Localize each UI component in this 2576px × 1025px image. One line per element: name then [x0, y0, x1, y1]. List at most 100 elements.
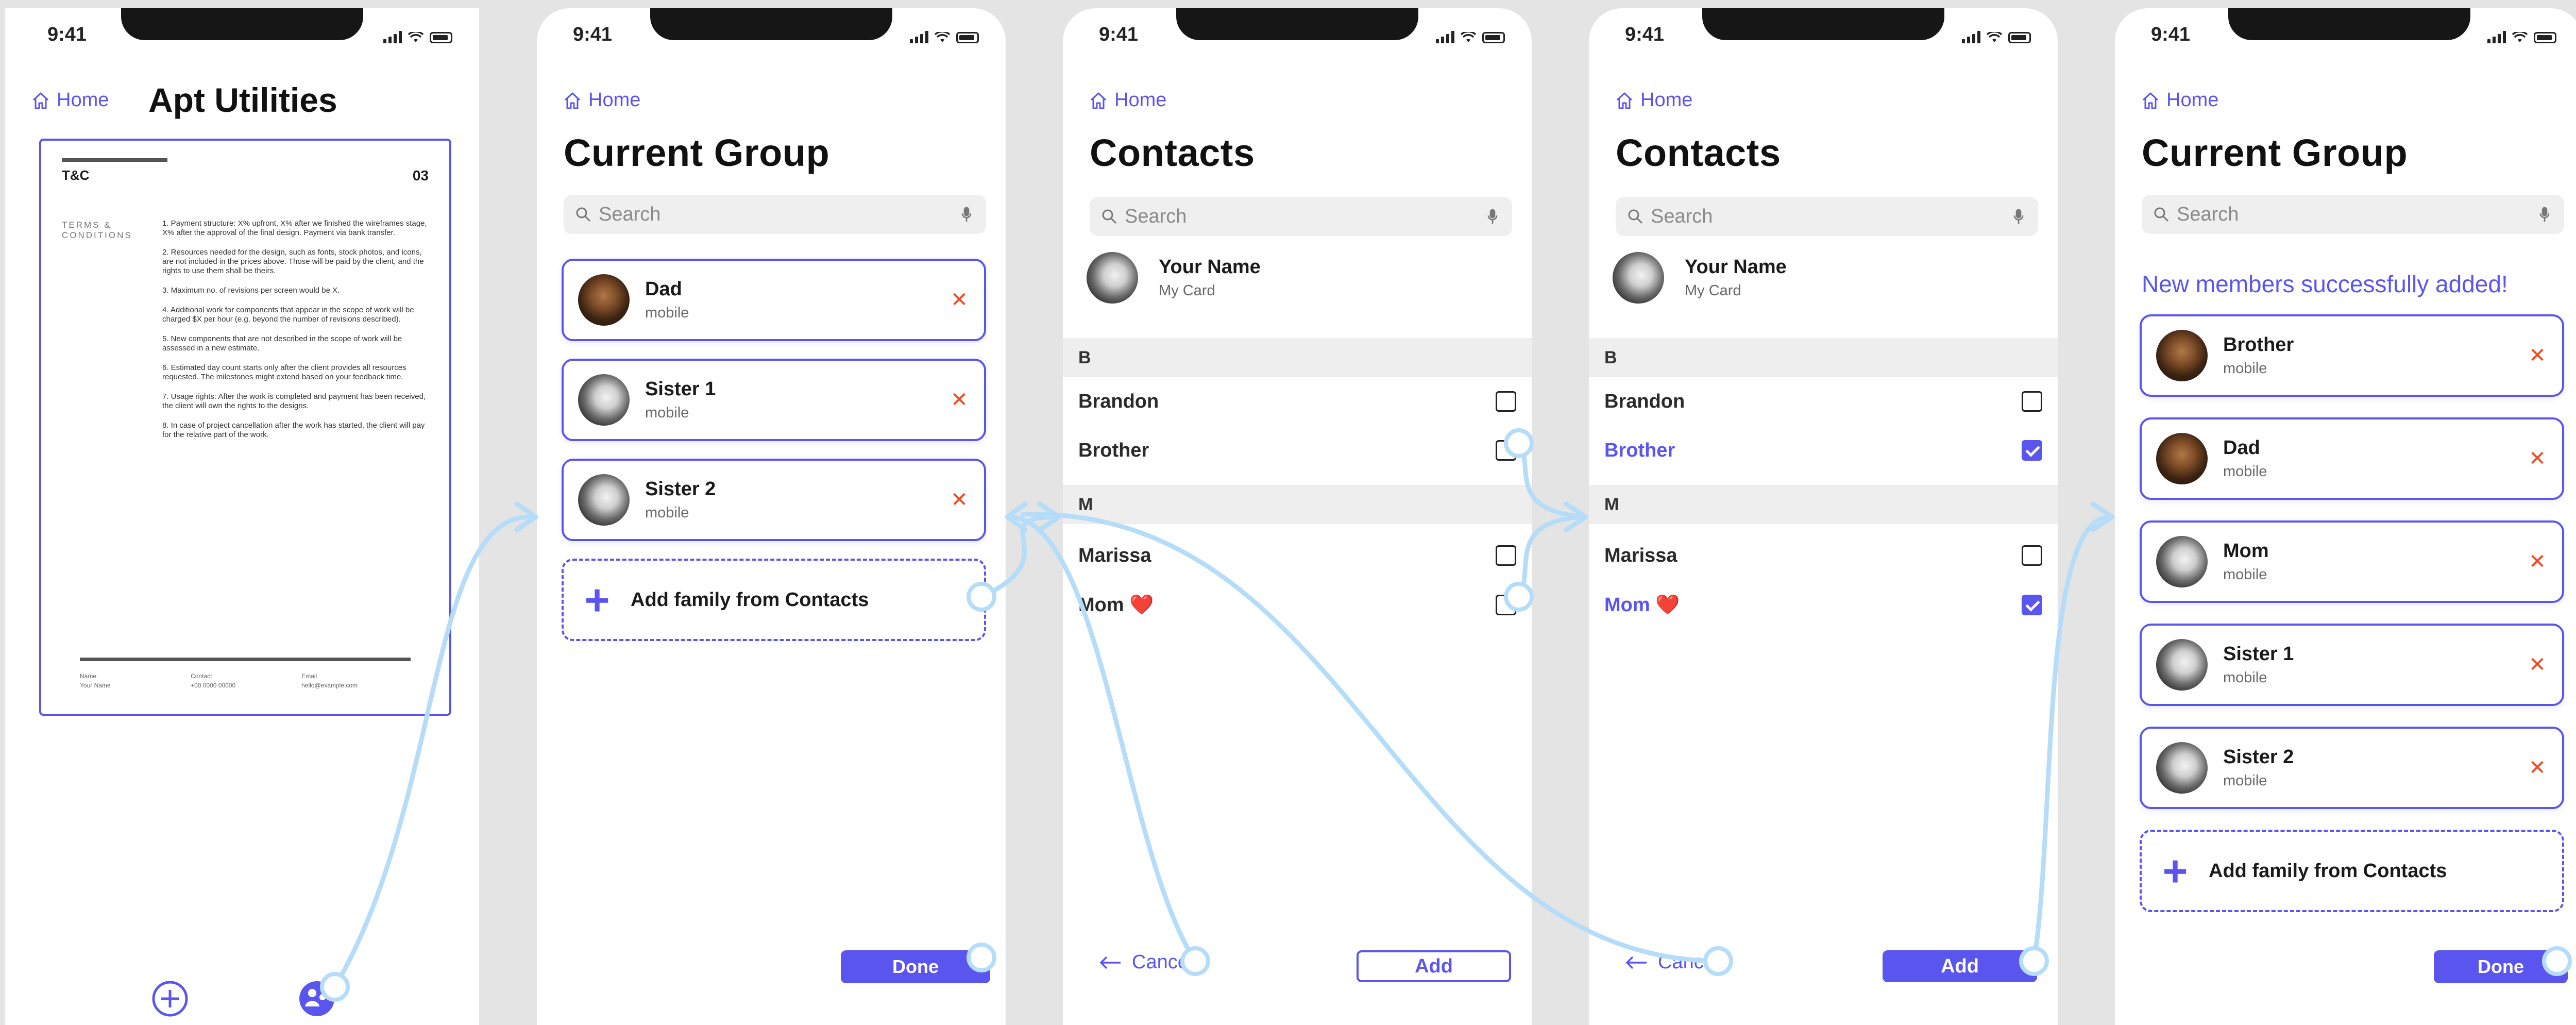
member-card[interactable]: Sister 1 mobile ✕: [2140, 624, 2564, 706]
home-label: Home: [57, 89, 109, 111]
section-header: B: [1063, 338, 1532, 377]
close-icon[interactable]: ✕: [949, 388, 970, 412]
hotspot-handle[interactable]: [1180, 946, 1210, 976]
search-input[interactable]: Search: [2142, 195, 2564, 234]
contact-name: Brandon: [1604, 390, 1685, 412]
microphone-icon[interactable]: [2536, 206, 2553, 223]
avatar: [1087, 252, 1138, 304]
member-name: Brother: [2223, 334, 2294, 356]
close-icon[interactable]: ✕: [2527, 344, 2548, 367]
contact-checkbox-checked[interactable]: [2022, 440, 2042, 461]
plus-icon: +: [584, 576, 610, 624]
flow-arrowhead: [2090, 501, 2115, 532]
hotspot-handle[interactable]: [1504, 582, 1534, 612]
member-card[interactable]: Mom mobile ✕: [2140, 520, 2564, 603]
add-family-button[interactable]: + Add family from Contacts: [2140, 830, 2564, 912]
member-card[interactable]: Dad mobile ✕: [562, 259, 986, 341]
search-placeholder: Search: [2177, 203, 2239, 225]
member-card[interactable]: Sister 2 mobile ✕: [2140, 727, 2564, 809]
add-circle-icon[interactable]: [151, 980, 189, 1018]
hotspot-handle[interactable]: [320, 972, 350, 1002]
add-button[interactable]: Add: [1357, 950, 1511, 982]
member-type: mobile: [2223, 566, 2267, 583]
terms-document-preview[interactable]: T&C 03 TERMS & CONDITIONS 1. Payment str…: [39, 139, 451, 716]
doc-term: 1. Payment structure: X% upfront, X% aft…: [162, 219, 427, 237]
hotspot-handle[interactable]: [1504, 428, 1534, 458]
close-icon[interactable]: ✕: [2527, 653, 2548, 677]
contact-checkbox[interactable]: [2022, 391, 2042, 412]
screen-contacts: 9:41 Home Contacts Search Your Name My Ca…: [1063, 8, 1532, 1025]
search-icon: [1628, 209, 1643, 224]
section-header: M: [1063, 485, 1532, 524]
doc-footer-label: Email: [301, 673, 317, 680]
home-link[interactable]: Home: [1616, 89, 1692, 111]
hotspot-handle[interactable]: [967, 943, 996, 972]
contact-checkbox-checked[interactable]: [2022, 595, 2042, 615]
contact-checkbox[interactable]: [1496, 545, 1516, 566]
home-icon: [1090, 92, 1107, 109]
contact-row[interactable]: Marissa: [1078, 537, 1516, 574]
contact-row-selected[interactable]: Brother: [1604, 432, 2042, 468]
close-icon[interactable]: ✕: [2527, 447, 2548, 471]
contact-row-selected[interactable]: Mom ❤️: [1604, 587, 2042, 623]
divider: [80, 658, 411, 661]
contact-row[interactable]: Brandon: [1078, 383, 1516, 419]
contact-checkbox[interactable]: [1496, 391, 1516, 412]
close-icon[interactable]: ✕: [949, 288, 970, 312]
contact-row[interactable]: Marissa: [1604, 537, 2042, 574]
wifi-icon: [1987, 32, 2002, 42]
hotspot-handle[interactable]: [2542, 946, 2572, 976]
member-card[interactable]: Dad mobile ✕: [2140, 417, 2564, 500]
microphone-icon[interactable]: [1484, 208, 1501, 225]
contact-row[interactable]: Brother: [1078, 432, 1516, 468]
microphone-icon[interactable]: [958, 206, 975, 223]
my-card[interactable]: Your Name My Card: [1087, 252, 1261, 304]
search-input[interactable]: Search: [564, 195, 986, 234]
divider: [62, 158, 167, 162]
member-name: Dad: [2223, 437, 2260, 459]
contact-name: Marissa: [1078, 544, 1151, 566]
member-name: Sister 2: [645, 478, 716, 500]
contact-name: Brother: [1078, 439, 1149, 461]
search-input[interactable]: Search: [1616, 197, 2038, 236]
hotspot-handle[interactable]: [2019, 946, 2049, 976]
home-icon: [564, 92, 581, 109]
add-button[interactable]: Add: [1883, 950, 2037, 982]
contact-name: Brandon: [1078, 390, 1159, 412]
hotspot-handle[interactable]: [1703, 946, 1733, 976]
contact-row[interactable]: Mom ❤️: [1078, 587, 1516, 623]
doc-footer: Name Your Name Contact +00 0000 00000 Emai…: [80, 671, 411, 690]
home-link[interactable]: Home: [564, 89, 640, 111]
home-link[interactable]: Home: [2142, 89, 2218, 111]
search-placeholder: Search: [1651, 205, 1713, 227]
member-name: Sister 1: [645, 378, 716, 400]
member-card[interactable]: Sister 1 mobile ✕: [562, 359, 986, 441]
close-icon[interactable]: ✕: [2527, 550, 2548, 574]
close-icon[interactable]: ✕: [2527, 756, 2548, 780]
avatar: [578, 274, 630, 326]
home-link[interactable]: Home: [32, 89, 109, 111]
hotspot-handle[interactable]: [967, 582, 996, 612]
avatar: [2156, 639, 2208, 691]
contact-row[interactable]: Brandon: [1604, 383, 2042, 419]
prototype-canvas: 9:41 Home Apt Utilities T&C 03 TERMS & C…: [0, 0, 2576, 1025]
microphone-icon[interactable]: [2010, 208, 2027, 225]
status-time: 9:41: [573, 24, 613, 45]
screen-current-group: 9:41 Home Current Group Search Dad mobile…: [537, 8, 1006, 1025]
my-card[interactable]: Your Name My Card: [1613, 252, 1787, 304]
search-input[interactable]: Search: [1090, 197, 1512, 236]
member-card[interactable]: Sister 2 mobile ✕: [562, 459, 986, 541]
member-type: mobile: [2223, 669, 2267, 686]
page-title: Contacts: [1616, 131, 1781, 174]
doc-page-number: 03: [412, 167, 429, 183]
close-icon[interactable]: ✕: [949, 488, 970, 512]
battery-icon: [2008, 32, 2031, 43]
add-family-button[interactable]: + Add family from Contacts: [562, 559, 986, 641]
cancel-button[interactable]: Cancel: [1099, 951, 1193, 973]
doc-footer-cell: Contact +00 0000 00000: [191, 671, 300, 690]
home-link[interactable]: Home: [1090, 89, 1166, 111]
status-time: 9:41: [1625, 24, 1665, 45]
member-card[interactable]: Brother mobile ✕: [2140, 314, 2564, 397]
search-placeholder: Search: [1125, 205, 1187, 227]
contact-checkbox[interactable]: [2022, 545, 2042, 566]
